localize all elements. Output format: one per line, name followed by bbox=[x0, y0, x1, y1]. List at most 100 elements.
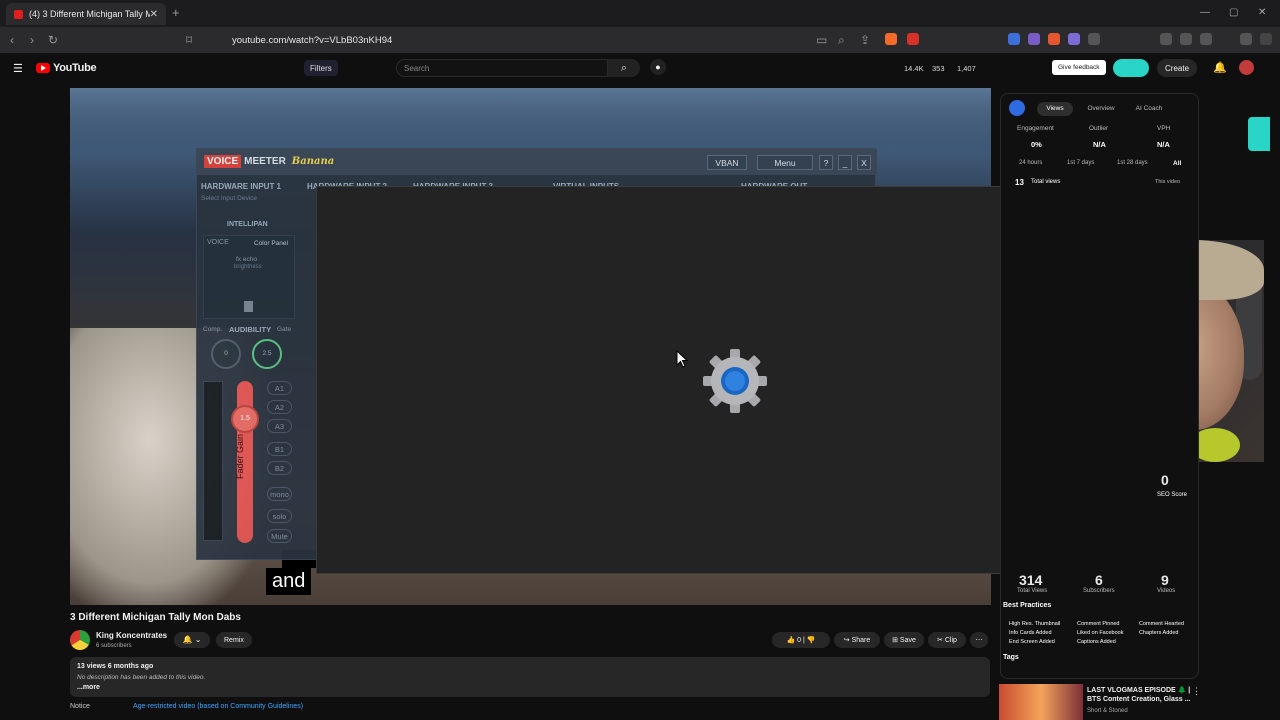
suggested-video-channel[interactable]: Short & Stoned bbox=[1087, 708, 1128, 714]
extension-icon[interactable] bbox=[1008, 33, 1020, 45]
solo-button[interactable]: solo bbox=[267, 509, 292, 523]
give-feedback-button[interactable]: Give feedback bbox=[1052, 60, 1106, 75]
seo-score-value: 0 bbox=[1161, 472, 1169, 488]
browser-tab[interactable]: (4) 3 Different Michigan Tally M ✕ bbox=[6, 3, 166, 25]
remix-button[interactable]: Remix bbox=[216, 632, 252, 648]
bus-b1-button[interactable]: B1 bbox=[267, 442, 292, 456]
videos-stat: 9 bbox=[1161, 572, 1169, 588]
share-icon[interactable]: ⇪ bbox=[860, 33, 870, 47]
fader-handle[interactable]: 1.5 bbox=[231, 405, 259, 433]
vidiq-tab-ai-coach[interactable]: AI Coach bbox=[1127, 102, 1171, 116]
wallet-icon[interactable] bbox=[1200, 33, 1212, 45]
notifications-bell-icon[interactable]: 🔔 bbox=[1213, 61, 1227, 74]
vpn-icon[interactable] bbox=[1240, 33, 1252, 45]
media-icon[interactable] bbox=[1160, 33, 1172, 45]
filters-button[interactable]: Filters bbox=[304, 60, 338, 76]
comp-knob[interactable]: 0 bbox=[211, 339, 241, 369]
bus-a2-button[interactable]: A2 bbox=[267, 400, 292, 414]
reload-icon[interactable]: ↻ bbox=[48, 33, 58, 47]
suggested-more-icon[interactable]: ⋮ bbox=[1192, 686, 1201, 697]
total-views-number: 13 bbox=[1015, 178, 1024, 187]
close-button[interactable]: X bbox=[857, 155, 871, 170]
share-button[interactable]: ↪ Share bbox=[834, 632, 880, 648]
menu-button[interactable]: Menu bbox=[757, 155, 813, 170]
fader-gain-label: Fader Gain bbox=[235, 433, 245, 479]
hamburger-menu-icon[interactable]: ☰ bbox=[13, 62, 23, 75]
extension-icon[interactable] bbox=[1028, 33, 1040, 45]
help-button[interactable]: ? bbox=[819, 155, 833, 170]
forward-icon[interactable]: › bbox=[30, 33, 34, 47]
extensions-puzzle-icon[interactable] bbox=[1088, 33, 1100, 45]
gate-knob[interactable]: 2.5 bbox=[252, 339, 282, 369]
back-icon[interactable]: ‹ bbox=[10, 33, 14, 47]
select-device-hint[interactable]: Select Input Device bbox=[201, 195, 257, 202]
extension-icon[interactable] bbox=[1048, 33, 1060, 45]
search-input[interactable]: Search bbox=[396, 59, 608, 77]
vph-label: VPH bbox=[1157, 125, 1171, 132]
vidiq-tab-overview[interactable]: Overview bbox=[1081, 102, 1121, 116]
vidiq-tab-ai-coach-label: AI Coach bbox=[1135, 105, 1163, 112]
brave-shield-icon[interactable] bbox=[885, 33, 897, 45]
microphone-icon[interactable]: ● bbox=[650, 59, 666, 75]
intellipan-handle[interactable] bbox=[244, 301, 253, 312]
mono-label: mono bbox=[270, 489, 289, 499]
suggested-video-title[interactable]: LAST VLOGMAS EPISODE 🌲 | BTS Content Cre… bbox=[1087, 686, 1197, 704]
create-button[interactable]: Create bbox=[1157, 59, 1198, 77]
search-icon[interactable]: ⌕ bbox=[608, 59, 640, 77]
notice-link[interactable]: Age-restricted video (based on Community… bbox=[133, 703, 303, 710]
window-close-icon[interactable]: ✕ bbox=[1258, 7, 1266, 18]
filters-label: Filters bbox=[310, 63, 332, 73]
new-tab-icon[interactable]: + bbox=[172, 5, 180, 20]
range-24h[interactable]: 24 hours bbox=[1019, 160, 1042, 166]
extension-icon[interactable] bbox=[1068, 33, 1080, 45]
bp-item: Liked on Facebook bbox=[1077, 630, 1124, 636]
window-maximize-icon[interactable]: ▢ bbox=[1229, 7, 1238, 18]
minimize-button[interactable]: _ bbox=[838, 155, 852, 170]
range-7d[interactable]: 1st 7 days bbox=[1067, 160, 1094, 166]
intellipan-pad[interactable]: VOICE Color Panel fx echo brightness bbox=[203, 235, 295, 319]
mouse-cursor-icon bbox=[676, 350, 688, 368]
channel-avatar[interactable] bbox=[70, 630, 90, 650]
more-actions-icon[interactable]: ⋯ bbox=[970, 632, 988, 648]
subscribe-bell-button[interactable]: 🔔 ⌄ bbox=[174, 632, 210, 648]
description-box[interactable]: 13 views 6 months ago No description has… bbox=[70, 657, 990, 697]
show-more-link[interactable]: ...more bbox=[77, 684, 100, 691]
video-meta: 13 views 6 months ago bbox=[77, 663, 154, 670]
cast-icon[interactable]: ▭ bbox=[816, 33, 827, 47]
mono-button[interactable]: mono bbox=[267, 487, 292, 501]
youtube-logo[interactable]: YouTube bbox=[36, 62, 97, 74]
bus-a3-button[interactable]: A3 bbox=[267, 419, 292, 433]
vban-button[interactable]: VBAN bbox=[707, 155, 747, 170]
best-practices-col-3: Comment Hearted Chapters Added bbox=[1139, 620, 1184, 638]
range-all[interactable]: All bbox=[1173, 160, 1181, 167]
brand-banana: Banana bbox=[291, 156, 335, 167]
mute-button[interactable]: Mute bbox=[267, 529, 292, 543]
hardware-input-1-label[interactable]: HARDWARE INPUT 1 bbox=[201, 182, 281, 191]
bus-b1-label: B1 bbox=[274, 444, 285, 454]
bus-a1-button[interactable]: A1 bbox=[267, 381, 292, 395]
total-views-dropdown[interactable]: Total views bbox=[1031, 179, 1060, 185]
sidebar-icon[interactable] bbox=[1180, 33, 1192, 45]
clip-button[interactable]: ✂ Clip bbox=[928, 632, 966, 648]
bp-item: Captions Added bbox=[1077, 639, 1116, 645]
brave-rewards-icon[interactable] bbox=[907, 33, 919, 45]
brightness-label: brightness bbox=[234, 264, 262, 270]
engagement-value: 0% bbox=[1031, 140, 1042, 149]
menu-icon[interactable] bbox=[1260, 33, 1272, 45]
close-tab-icon[interactable]: ✕ bbox=[150, 9, 158, 20]
vidiq-toggle-button[interactable] bbox=[1113, 59, 1149, 77]
channel-name[interactable]: King Koncentrates bbox=[96, 631, 167, 640]
save-button[interactable]: ⊞ Save bbox=[884, 632, 924, 648]
vidiq-tab-views[interactable]: Views bbox=[1037, 102, 1073, 116]
window-minimize-icon[interactable]: — bbox=[1200, 7, 1210, 18]
bookmark-icon[interactable]: ⌑ bbox=[186, 33, 192, 47]
vidiq-side-button[interactable] bbox=[1248, 117, 1270, 151]
suggested-video-thumbnail[interactable] bbox=[999, 684, 1083, 720]
range-28d[interactable]: 1st 28 days bbox=[1117, 160, 1148, 166]
zoom-icon[interactable]: ⌕ bbox=[838, 33, 845, 48]
url-field[interactable]: youtube.com/watch?v=VLbB03nKH94 bbox=[206, 30, 806, 50]
bus-b2-button[interactable]: B2 bbox=[267, 461, 292, 475]
like-dislike-button[interactable]: 👍 0 | 👎 bbox=[772, 632, 830, 648]
avatar[interactable] bbox=[1239, 60, 1254, 75]
vidiq-tab-views-label: Views bbox=[1046, 105, 1064, 112]
